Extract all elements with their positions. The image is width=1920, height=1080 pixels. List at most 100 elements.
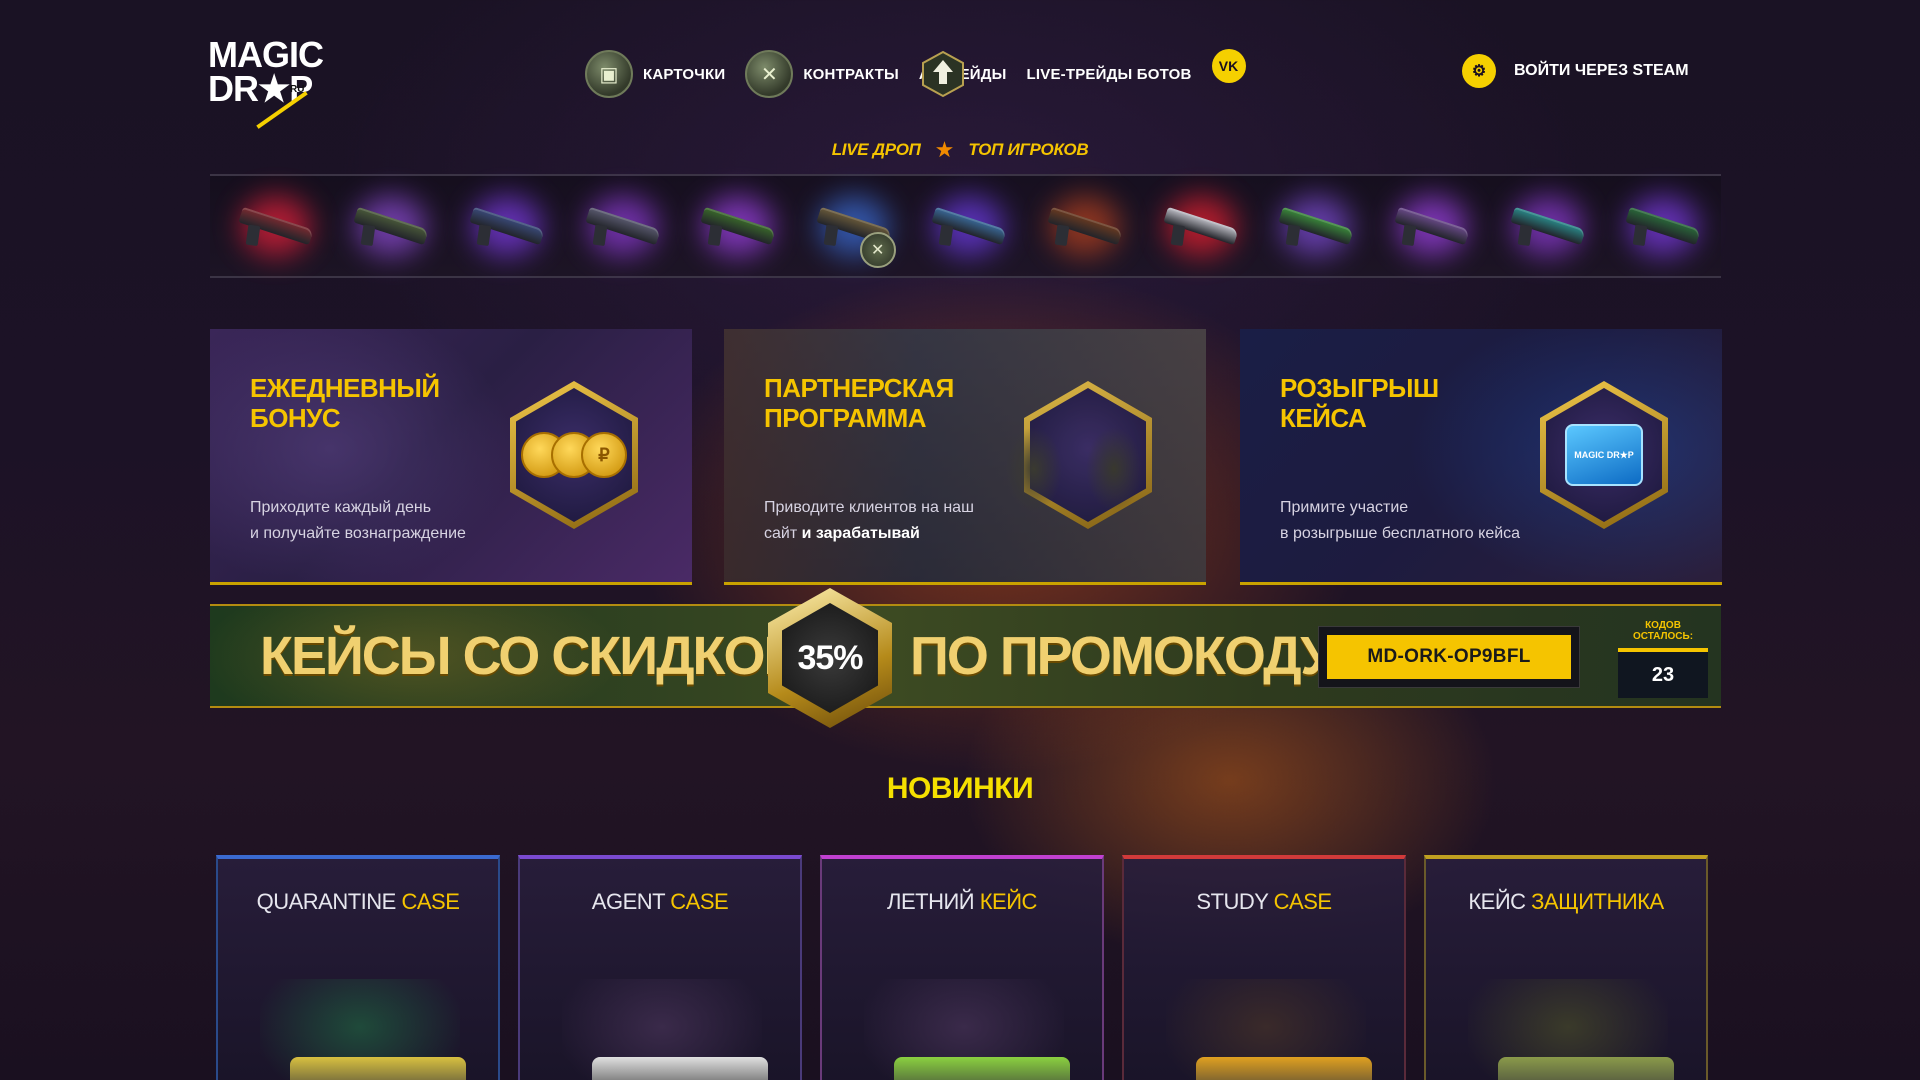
contract-badge-icon: ✕ bbox=[859, 232, 896, 268]
site-header: MAGIC DR★P RU ▣ КАРТОЧКИ ✕ КОНТРАКТЫ АПГ… bbox=[0, 0, 1920, 130]
case-name-highlight: CASE bbox=[401, 889, 460, 914]
case-giveaway-card[interactable]: РОЗЫГРЫШ КЕЙСА MAGIC DR★P Примите участи… bbox=[1240, 329, 1722, 585]
nav-item-upgrades[interactable]: АПГРЕЙДЫ bbox=[919, 66, 1007, 83]
promo-banner: КЕЙСЫ СО СКИДКОЙ 35% ПО ПРОМОКОДУ MD-ORK… bbox=[210, 588, 1721, 728]
nav-label-cards: КАРТОЧКИ bbox=[643, 65, 726, 83]
case-name-plain: AGENT bbox=[591, 889, 671, 914]
site-logo[interactable]: MAGIC DR★P RU bbox=[208, 37, 358, 138]
case-giveaway-title: РОЗЫГРЫШ КЕЙСА bbox=[1280, 373, 1439, 433]
drop-item[interactable] bbox=[1374, 178, 1490, 274]
banner-right-text: ПО ПРОМОКОДУ bbox=[910, 626, 1334, 686]
giveaway-desc-line2: в розыгрыше бесплатного кейса bbox=[1280, 525, 1521, 542]
giveaway-case-label: MAGIC DR★P bbox=[1565, 424, 1643, 486]
case-name-plain: КЕЙС bbox=[1468, 889, 1532, 914]
partner-desc-line2: сайт и зарабатывай bbox=[764, 521, 1024, 547]
drop-item[interactable]: ✕ bbox=[796, 178, 912, 274]
giveaway-badge: MAGIC DR★P bbox=[1540, 381, 1668, 529]
case-card[interactable]: КЕЙС ЗАЩИТНИКА bbox=[1424, 855, 1708, 1080]
case-name: QUARANTINE CASE bbox=[218, 889, 498, 915]
codes-left: КОДОВ ОСТАЛОСЬ: 23 bbox=[1618, 620, 1708, 698]
drop-item[interactable] bbox=[912, 178, 1028, 274]
codes-left-label: КОДОВ ОСТАЛОСЬ: bbox=[1632, 620, 1694, 642]
partner-desc: Приводите клиентов на наш сайт и зарабат… bbox=[764, 495, 1024, 547]
case-name-plain: QUARANTINE bbox=[256, 889, 402, 914]
case-name-plain: ЛЕТНИЙ bbox=[887, 889, 980, 914]
daily-bonus-badge: ₽ bbox=[510, 381, 638, 529]
coins-icon: ₽ bbox=[516, 388, 632, 522]
codes-left-count: 23 bbox=[1618, 648, 1708, 698]
drop-item[interactable] bbox=[218, 178, 334, 274]
discount-value: 35% bbox=[782, 603, 878, 713]
case-box-icon bbox=[1498, 1057, 1674, 1080]
tab-live-drop[interactable]: LIVE ДРОП bbox=[832, 140, 921, 160]
case-artwork bbox=[1166, 979, 1372, 1080]
partner-desc-plain: сайт bbox=[764, 525, 802, 542]
promo-code-button[interactable]: MD-ORK-OP9BFL bbox=[1327, 635, 1571, 679]
promo-code-box: MD-ORK-OP9BFL bbox=[1318, 626, 1580, 688]
daily-bonus-title: ЕЖЕДНЕВНЫЙ БОНУС bbox=[250, 373, 440, 433]
case-card[interactable]: AGENT CASE bbox=[518, 855, 802, 1080]
case-box-icon bbox=[290, 1057, 466, 1080]
cards-icon: ▣ bbox=[585, 50, 633, 98]
case-giveaway-desc: Примите участие в розыгрыше бесплатного … bbox=[1280, 495, 1540, 547]
case-name-highlight: CASE bbox=[1273, 889, 1332, 914]
partner-desc-bold: и зарабатывай bbox=[801, 525, 920, 542]
tab-top-players[interactable]: ТОП ИГРОКОВ bbox=[968, 140, 1088, 160]
case-name: ЛЕТНИЙ КЕЙС bbox=[822, 889, 1102, 915]
case-name-highlight: ЗАЩИТНИКА bbox=[1531, 889, 1664, 914]
daily-bonus-desc: Приходите каждый день и получайте вознаг… bbox=[250, 495, 510, 547]
live-tabs: LIVE ДРОП ★ ТОП ИГРОКОВ bbox=[0, 137, 1920, 163]
steam-login-label: ВОЙТИ ЧЕРЕЗ STEAM bbox=[1514, 62, 1689, 79]
case-box-icon bbox=[1196, 1057, 1372, 1080]
case-artwork bbox=[260, 979, 466, 1080]
steam-login-button[interactable]: ⚙ ВОЙТИ ЧЕРЕЗ STEAM bbox=[1462, 54, 1689, 88]
drop-item[interactable] bbox=[680, 178, 796, 274]
star-icon: ★ bbox=[934, 137, 955, 162]
partner-desc-line1: Приводите клиентов на наш bbox=[764, 499, 974, 516]
case-box-icon bbox=[894, 1057, 1070, 1080]
nav-label-contracts: КОНТРАКТЫ bbox=[803, 65, 899, 83]
nav-item-contracts[interactable]: ✕ КОНТРАКТЫ bbox=[745, 50, 899, 98]
upgrade-icon bbox=[919, 50, 967, 98]
main-nav: ▣ КАРТОЧКИ ✕ КОНТРАКТЫ АПГРЕЙДЫ LIVE-ТРЕ… bbox=[585, 48, 1246, 100]
giveaway-desc-line1: Примите участие bbox=[1280, 499, 1409, 516]
nav-item-live-trades[interactable]: LIVE-ТРЕЙДЫ БОТОВ bbox=[1027, 66, 1192, 83]
case-name-highlight: КЕЙС bbox=[979, 889, 1038, 914]
case-card[interactable]: ЛЕТНИЙ КЕЙС bbox=[820, 855, 1104, 1080]
case-name: AGENT CASE bbox=[520, 889, 800, 915]
case-name-plain: STUDY bbox=[1196, 889, 1274, 914]
partner-program-title: ПАРТНЕРСКАЯ ПРОГРАММА bbox=[764, 373, 984, 433]
live-drop-strip: ✕ bbox=[210, 174, 1721, 278]
case-artwork bbox=[1468, 979, 1674, 1080]
partner-title-line1: ПАРТНЕРСКАЯ bbox=[764, 373, 954, 403]
logo-line2: DR★P bbox=[208, 68, 313, 109]
drop-item[interactable] bbox=[334, 178, 450, 274]
drop-item[interactable] bbox=[1258, 178, 1374, 274]
nav-label-live-trades: LIVE-ТРЕЙДЫ БОТОВ bbox=[1026, 65, 1192, 83]
drop-item[interactable] bbox=[1490, 178, 1606, 274]
drop-item[interactable] bbox=[1605, 178, 1721, 274]
case-card[interactable]: STUDY CASE bbox=[1122, 855, 1406, 1080]
case-artwork bbox=[864, 979, 1070, 1080]
drop-item[interactable] bbox=[1143, 178, 1259, 274]
case-name: КЕЙС ЗАЩИТНИКА bbox=[1426, 889, 1706, 915]
case-card[interactable]: QUARANTINE CASE bbox=[216, 855, 500, 1080]
partner-title-line2: ПРОГРАММА bbox=[764, 403, 927, 433]
vk-icon[interactable]: VK bbox=[1211, 49, 1246, 83]
drop-item[interactable] bbox=[565, 178, 681, 274]
case-icon: MAGIC DR★P bbox=[1546, 388, 1662, 522]
new-cases-list: QUARANTINE CASE AGENT CASE ЛЕТНИЙ КЕЙС STUD… bbox=[216, 855, 1716, 1080]
partner-program-card[interactable]: ПАРТНЕРСКАЯ ПРОГРАММА Приводите клиентов… bbox=[724, 329, 1206, 585]
promo-cards: ЕЖЕДНЕВНЫЙ БОНУС ₽ Приходите каждый день… bbox=[210, 329, 1722, 585]
banner-left-text: КЕЙСЫ СО СКИДКОЙ bbox=[260, 626, 802, 686]
daily-bonus-desc-line1: Приходите каждый день bbox=[250, 499, 432, 516]
steam-icon: ⚙ bbox=[1462, 54, 1496, 88]
daily-bonus-desc-line2: и получайте вознаграждение bbox=[250, 525, 466, 542]
case-box-icon bbox=[592, 1057, 768, 1080]
daily-bonus-card[interactable]: ЕЖЕДНЕВНЫЙ БОНУС ₽ Приходите каждый день… bbox=[210, 329, 692, 585]
nav-item-cards[interactable]: ▣ КАРТОЧКИ bbox=[585, 50, 725, 98]
drop-item[interactable] bbox=[449, 178, 565, 274]
case-name: STUDY CASE bbox=[1124, 889, 1404, 915]
drop-item[interactable] bbox=[1027, 178, 1143, 274]
discount-badge: 35% bbox=[768, 588, 892, 728]
